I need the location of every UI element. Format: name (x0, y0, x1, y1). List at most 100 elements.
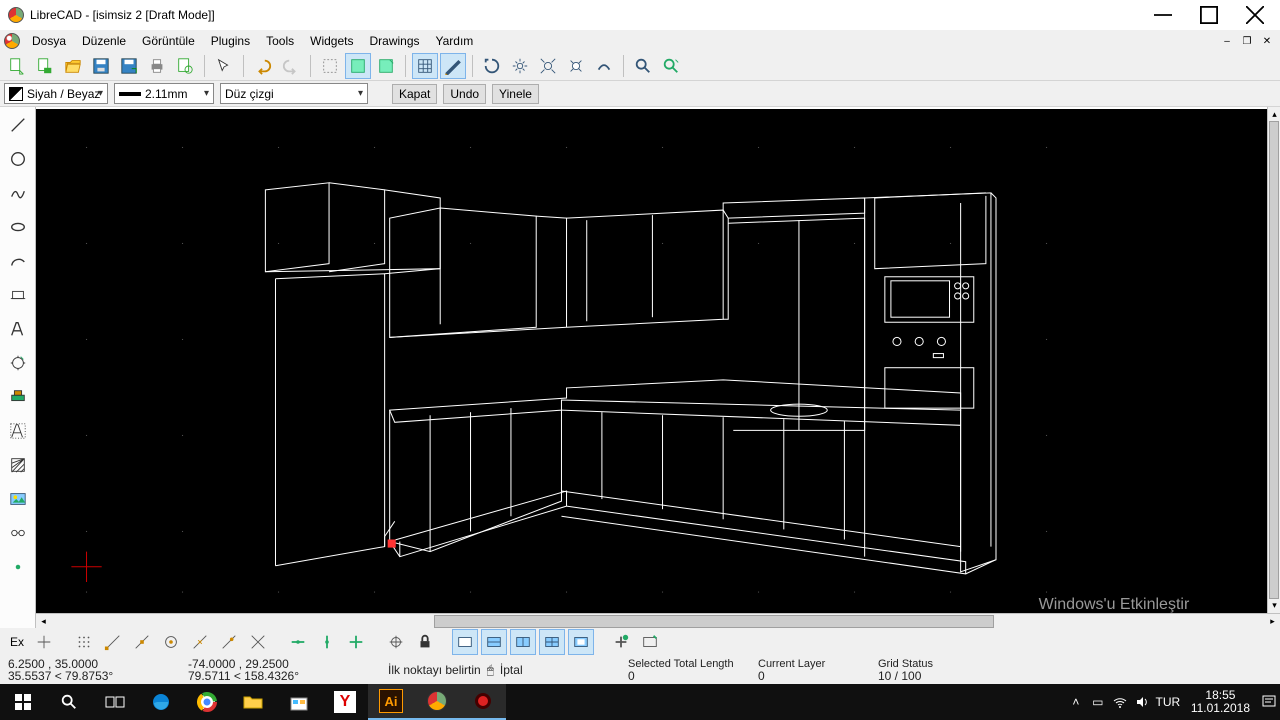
taskbar-yandex[interactable]: Y (322, 684, 368, 720)
add-view-button[interactable] (608, 629, 634, 655)
scroll-thumb[interactable] (1269, 121, 1279, 599)
taskbar-illustrator[interactable]: Ai (368, 684, 414, 720)
cmd-close-button[interactable]: Kapat (392, 84, 437, 104)
point-tool[interactable] (6, 555, 30, 579)
snap-middle-button[interactable] (187, 629, 213, 655)
pointer-button[interactable] (211, 53, 237, 79)
undo-button[interactable] (250, 53, 276, 79)
select-window-button[interactable] (317, 53, 343, 79)
open-button[interactable] (60, 53, 86, 79)
drawing-canvas[interactable]: ▴ ▾ Windows'u Etkinleştir Windows'u etki… (36, 107, 1280, 628)
restrict-horiz-button[interactable] (343, 629, 369, 655)
view-button-4[interactable] (539, 629, 565, 655)
snap-on-entity-button[interactable] (129, 629, 155, 655)
block-tool[interactable] (6, 521, 30, 545)
view-button-2[interactable] (481, 629, 507, 655)
menu-edit[interactable]: Düzenle (74, 32, 134, 50)
text-tool[interactable] (6, 317, 30, 341)
cmd-redo-button[interactable]: Yinele (492, 84, 539, 104)
hatch-tool[interactable] (6, 385, 30, 409)
print-preview-button[interactable] (172, 53, 198, 79)
fill-tool[interactable] (6, 453, 30, 477)
taskbar-librecad[interactable] (414, 684, 460, 720)
arc-tool[interactable] (6, 249, 30, 273)
relative-zero-button[interactable] (383, 629, 409, 655)
task-view-button[interactable] (92, 684, 138, 720)
tray-chevron-icon[interactable]: ˄ (1065, 695, 1087, 709)
mdi-minimize[interactable]: – (1218, 32, 1236, 50)
menu-help[interactable]: Yardım (428, 32, 482, 50)
scroll-up-icon[interactable]: ▴ (1268, 107, 1280, 122)
horizontal-scrollbar[interactable]: ◂ ▸ (36, 613, 1280, 628)
menu-view[interactable]: Görüntüle (134, 32, 203, 50)
mdi-close[interactable]: ✕ (1258, 32, 1276, 50)
zoom-auto-button[interactable] (507, 53, 533, 79)
spline-tool[interactable] (6, 181, 30, 205)
line-tool[interactable] (6, 113, 30, 137)
view-button-3[interactable] (510, 629, 536, 655)
snap-endpoint-button[interactable] (100, 629, 126, 655)
zoom-magnify-button[interactable] (630, 53, 656, 79)
deselect-button[interactable] (373, 53, 399, 79)
linetype-combo[interactable]: Düz çizgi (220, 83, 368, 104)
tray-clock[interactable]: 18:55 11.01.2018 (1183, 689, 1258, 715)
view-button-1[interactable] (452, 629, 478, 655)
mdi-restore[interactable]: ❐ (1238, 32, 1256, 50)
vertical-scrollbar[interactable]: ▴ ▾ (1267, 107, 1280, 613)
menu-file[interactable]: Dosya (24, 32, 74, 50)
zoom-previous-button[interactable] (535, 53, 561, 79)
save-view-button[interactable] (637, 629, 663, 655)
restrict-nothing-button[interactable] (285, 629, 311, 655)
redo-button[interactable] (278, 53, 304, 79)
new-template-button[interactable] (32, 53, 58, 79)
print-button[interactable] (144, 53, 170, 79)
polyline-tool[interactable] (6, 283, 30, 307)
menu-widgets[interactable]: Widgets (302, 32, 361, 50)
taskbar-edge[interactable] (138, 684, 184, 720)
restrict-ortho-button[interactable] (314, 629, 340, 655)
dimension-tool[interactable] (6, 351, 30, 375)
lock-relative-button[interactable] (412, 629, 438, 655)
tray-wifi-icon[interactable] (1109, 695, 1131, 709)
menu-drawings[interactable]: Drawings (361, 32, 427, 50)
zoom-window-button[interactable] (563, 53, 589, 79)
tray-notifications-icon[interactable] (1258, 694, 1280, 710)
menu-plugins[interactable]: Plugins (203, 32, 258, 50)
scroll-thumb-h[interactable] (434, 615, 994, 628)
tray-language[interactable]: TUR (1153, 695, 1183, 709)
circle-tool[interactable] (6, 147, 30, 171)
zoom-pan-hand-button[interactable] (658, 53, 684, 79)
select-all-button[interactable] (345, 53, 371, 79)
maximize-button[interactable] (1186, 0, 1232, 30)
snap-ex-button[interactable]: Ex (6, 629, 28, 655)
ellipse-tool[interactable] (6, 215, 30, 239)
search-button[interactable] (46, 684, 92, 720)
image-tool[interactable] (6, 487, 30, 511)
snap-grid-button[interactable] (71, 629, 97, 655)
save-as-button[interactable] (116, 53, 142, 79)
snap-free-button[interactable] (31, 629, 57, 655)
layer-color-combo[interactable]: Siyah / Beyaz (4, 83, 108, 104)
scroll-left-icon[interactable]: ◂ (36, 614, 51, 629)
save-button[interactable] (88, 53, 114, 79)
grid-button[interactable] (412, 53, 438, 79)
cmd-undo-button[interactable]: Undo (443, 84, 486, 104)
zoom-pan-button[interactable] (591, 53, 617, 79)
new-button[interactable] (4, 53, 30, 79)
mtext-tool[interactable] (6, 419, 30, 443)
scroll-down-icon[interactable]: ▾ (1268, 598, 1280, 613)
snap-distance-button[interactable] (216, 629, 242, 655)
view-button-5[interactable] (568, 629, 594, 655)
tray-battery-icon[interactable]: ▭ (1087, 695, 1109, 709)
tray-volume-icon[interactable] (1131, 695, 1153, 709)
zoom-redraw-button[interactable] (479, 53, 505, 79)
draft-mode-button[interactable] (440, 53, 466, 79)
taskbar-recorder[interactable] (460, 684, 506, 720)
start-button[interactable] (0, 684, 46, 720)
menu-tools[interactable]: Tools (258, 32, 302, 50)
close-button[interactable] (1232, 0, 1278, 30)
taskbar-chrome[interactable] (184, 684, 230, 720)
minimize-button[interactable] (1140, 0, 1186, 30)
snap-center-button[interactable] (158, 629, 184, 655)
taskbar-store[interactable] (276, 684, 322, 720)
